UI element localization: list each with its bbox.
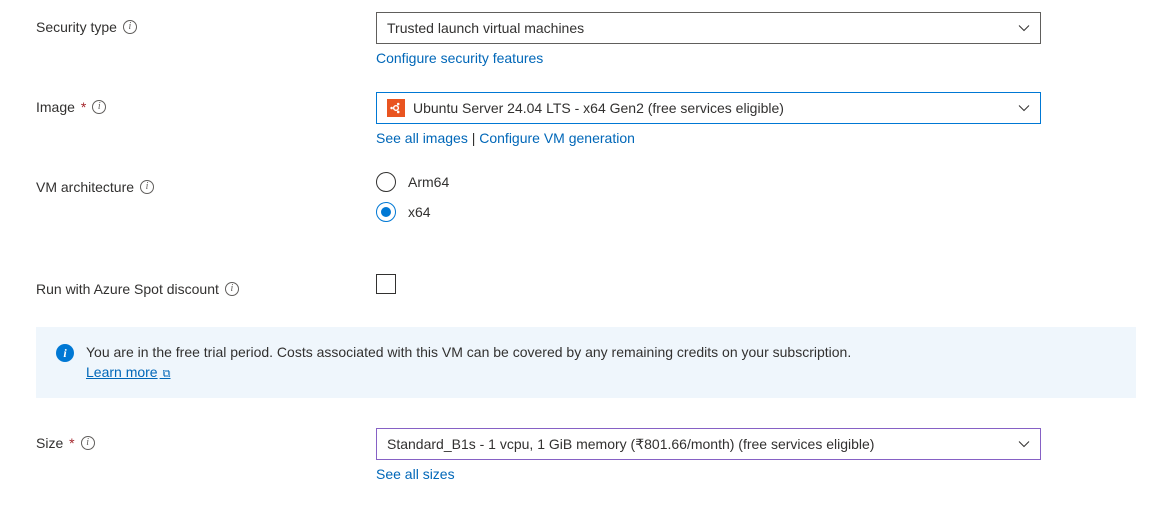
configure-security-link[interactable]: Configure security features (376, 50, 543, 66)
required-asterisk: * (69, 435, 74, 451)
required-asterisk: * (81, 99, 86, 115)
info-badge-icon: i (56, 344, 74, 362)
vm-arch-radio-x64[interactable]: x64 (376, 202, 1041, 222)
info-icon[interactable]: i (225, 282, 239, 296)
see-all-images-link[interactable]: See all images (376, 130, 468, 146)
vm-arch-radio-group: Arm64 x64 (376, 172, 1041, 222)
banner-text: You are in the free trial period. Costs … (86, 344, 851, 360)
chevron-down-icon (1018, 22, 1030, 34)
image-select[interactable]: Ubuntu Server 24.04 LTS - x64 Gen2 (free… (376, 92, 1041, 124)
size-value: Standard_B1s - 1 vcpu, 1 GiB memory (₹80… (387, 436, 874, 453)
ubuntu-icon (387, 99, 405, 117)
info-icon[interactable]: i (81, 436, 95, 450)
free-trial-banner: i You are in the free trial period. Cost… (36, 327, 1136, 398)
see-all-sizes-link[interactable]: See all sizes (376, 466, 455, 482)
size-label: Size (36, 435, 63, 451)
info-icon[interactable]: i (140, 180, 154, 194)
radio-icon (376, 202, 396, 222)
security-type-select[interactable]: Trusted launch virtual machines (376, 12, 1041, 44)
vm-arch-label: VM architecture (36, 179, 134, 195)
learn-more-link[interactable]: Learn more ⧉ (86, 364, 171, 380)
image-value: Ubuntu Server 24.04 LTS - x64 Gen2 (free… (413, 100, 784, 116)
vm-arch-radio-arm64[interactable]: Arm64 (376, 172, 1041, 192)
configure-vm-gen-link[interactable]: Configure VM generation (479, 130, 635, 146)
info-icon[interactable]: i (123, 20, 137, 34)
image-label: Image (36, 99, 75, 115)
radio-icon (376, 172, 396, 192)
info-icon[interactable]: i (92, 100, 106, 114)
radio-label: Arm64 (408, 174, 449, 190)
spot-checkbox[interactable] (376, 274, 396, 294)
size-select[interactable]: Standard_B1s - 1 vcpu, 1 GiB memory (₹80… (376, 428, 1041, 460)
security-type-label: Security type (36, 19, 117, 35)
security-type-value: Trusted launch virtual machines (387, 20, 584, 36)
external-link-icon: ⧉ (160, 368, 171, 380)
chevron-down-icon (1018, 102, 1030, 114)
spot-label: Run with Azure Spot discount (36, 281, 219, 297)
chevron-down-icon (1018, 438, 1030, 450)
radio-label: x64 (408, 204, 431, 220)
